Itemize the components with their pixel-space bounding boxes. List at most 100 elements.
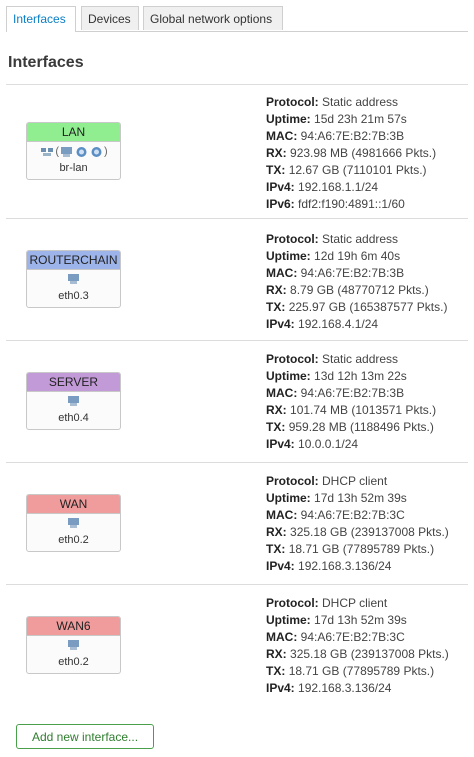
ipv4-value: 10.0.0.1/24: [298, 437, 359, 451]
tab-global-network-options[interactable]: Global network options: [143, 6, 283, 30]
wireless-icon: [75, 146, 88, 158]
page-title: Interfaces: [8, 54, 84, 71]
ipv4-label: IPv4:: [266, 559, 295, 573]
divider: [6, 84, 468, 85]
ipv4-label: IPv4:: [266, 437, 295, 451]
uptime-value: 13d 12h 13m 22s: [314, 369, 407, 383]
mac-value: 94:A6:7E:B2:7B:3B: [300, 129, 405, 143]
tx-label: TX:: [266, 664, 286, 678]
rx-value: 923.98 MB (4981666 Pkts.): [290, 146, 437, 160]
rx-label: RX:: [266, 525, 287, 539]
mac-value: 94:A6:7E:B2:7B:3B: [300, 266, 405, 280]
uptime-value: 17d 13h 52m 39s: [314, 491, 407, 505]
bridge-close-paren: ): [104, 145, 108, 158]
interface-name: LAN: [27, 123, 120, 142]
interface-name: ROUTERCHAIN: [27, 251, 120, 270]
device-icons: ( ): [27, 145, 120, 161]
tx-label: TX:: [266, 163, 286, 177]
bridge-icon: [40, 145, 54, 158]
rx-value: 325.18 GB (239137008 Pkts.): [290, 525, 449, 539]
tab-devices[interactable]: Devices: [81, 6, 139, 30]
mac-value: 94:A6:7E:B2:7B:3C: [300, 630, 405, 644]
protocol-value: Static address: [322, 232, 399, 246]
interface-details: Protocol: DHCP client Uptime: 17d 13h 52…: [266, 595, 449, 697]
ipv6-label: IPv6:: [266, 197, 295, 211]
rx-label: RX:: [266, 647, 287, 661]
tx-label: TX:: [266, 420, 286, 434]
rx-value: 101.74 MB (1013571 Pkts.): [290, 403, 437, 417]
bridge-open-paren: (: [55, 145, 59, 158]
tx-label: TX:: [266, 300, 286, 314]
interface-device: br-lan: [59, 162, 88, 174]
rx-value: 325.18 GB (239137008 Pkts.): [290, 647, 449, 661]
mac-value: 94:A6:7E:B2:7B:3C: [300, 508, 405, 522]
ipv4-label: IPv4:: [266, 681, 295, 695]
tx-value: 12.67 GB (7110101 Pkts.): [288, 163, 427, 177]
protocol-value: DHCP client: [322, 474, 388, 488]
device-icons: [27, 395, 120, 411]
ethernet-port-icon: [67, 517, 80, 529]
protocol-value: Static address: [322, 352, 399, 366]
interface-badge-lan[interactable]: LAN ( ) br-lan: [26, 122, 121, 180]
ethernet-port-icon: [67, 273, 80, 285]
uptime-label: Uptime:: [266, 613, 311, 627]
ethernet-port-icon: [67, 395, 80, 407]
protocol-label: Protocol:: [266, 232, 319, 246]
uptime-label: Uptime:: [266, 249, 311, 263]
interface-badge-wan[interactable]: WAN eth0.2: [26, 494, 121, 552]
device-icons: [27, 639, 120, 655]
tx-label: TX:: [266, 542, 286, 556]
uptime-label: Uptime:: [266, 112, 311, 126]
ipv4-value: 192.168.3.136/24: [298, 681, 392, 695]
ipv4-value: 192.168.3.136/24: [298, 559, 392, 573]
interface-row-wan6: WAN6 eth0.2 Protocol: DHCP client Uptime…: [6, 585, 468, 707]
interface-row-lan: LAN ( ) br-lan Protocol: Static address …: [6, 86, 468, 219]
rx-value: 8.79 GB (48770712 Pkts.): [290, 283, 429, 297]
ethernet-port-icon: [67, 639, 80, 651]
interface-details: Protocol: Static address Uptime: 12d 19h…: [266, 231, 447, 333]
interface-badge-wan6[interactable]: WAN6 eth0.2: [26, 616, 121, 674]
uptime-label: Uptime:: [266, 369, 311, 383]
interface-details: Protocol: DHCP client Uptime: 17d 13h 52…: [266, 473, 449, 575]
ipv4-value: 192.168.1.1/24: [298, 180, 379, 194]
protocol-label: Protocol:: [266, 95, 319, 109]
mac-label: MAC:: [266, 630, 298, 644]
interface-name: WAN6: [27, 617, 120, 636]
tx-value: 18.71 GB (77895789 Pkts.): [288, 542, 435, 556]
interface-row-routerchain: ROUTERCHAIN eth0.3 Protocol: Static addr…: [6, 219, 468, 341]
device-icons: [27, 273, 120, 289]
tab-interfaces[interactable]: Interfaces: [6, 6, 76, 32]
uptime-value: 17d 13h 52m 39s: [314, 613, 407, 627]
rx-label: RX:: [266, 283, 287, 297]
device-icons: [27, 517, 120, 533]
uptime-value: 12d 19h 6m 40s: [314, 249, 401, 263]
interface-details: Protocol: Static address Uptime: 13d 12h…: [266, 351, 436, 453]
interface-device: eth0.3: [58, 290, 89, 302]
interface-row-server: SERVER eth0.4 Protocol: Static address U…: [6, 341, 468, 463]
mac-label: MAC:: [266, 386, 298, 400]
mac-label: MAC:: [266, 508, 298, 522]
add-new-interface-button[interactable]: Add new interface...: [16, 724, 154, 749]
interface-row-wan: WAN eth0.2 Protocol: DHCP client Uptime:…: [6, 463, 468, 585]
tx-value: 225.97 GB (165387577 Pkts.): [288, 300, 448, 314]
ipv6-value: fdf2:f190:4891::1/60: [298, 197, 405, 211]
interface-device: eth0.2: [58, 534, 89, 546]
interface-badge-server[interactable]: SERVER eth0.4: [26, 372, 121, 430]
protocol-value: DHCP client: [322, 596, 388, 610]
uptime-value: 15d 23h 21m 57s: [314, 112, 407, 126]
uptime-label: Uptime:: [266, 491, 311, 505]
interface-device: eth0.2: [58, 656, 89, 668]
ethernet-port-icon: [60, 146, 73, 158]
ipv4-value: 192.168.4.1/24: [298, 317, 379, 331]
interface-name: SERVER: [27, 373, 120, 392]
tx-value: 959.28 MB (1188496 Pkts.): [288, 420, 434, 434]
tab-bar: Interfaces Devices Global network option…: [6, 6, 468, 32]
mac-label: MAC:: [266, 266, 298, 280]
rx-label: RX:: [266, 146, 287, 160]
protocol-label: Protocol:: [266, 596, 319, 610]
protocol-label: Protocol:: [266, 474, 319, 488]
mac-value: 94:A6:7E:B2:7B:3B: [300, 386, 405, 400]
interface-badge-routerchain[interactable]: ROUTERCHAIN eth0.3: [26, 250, 121, 308]
tx-value: 18.71 GB (77895789 Pkts.): [288, 664, 435, 678]
ipv4-label: IPv4:: [266, 180, 295, 194]
